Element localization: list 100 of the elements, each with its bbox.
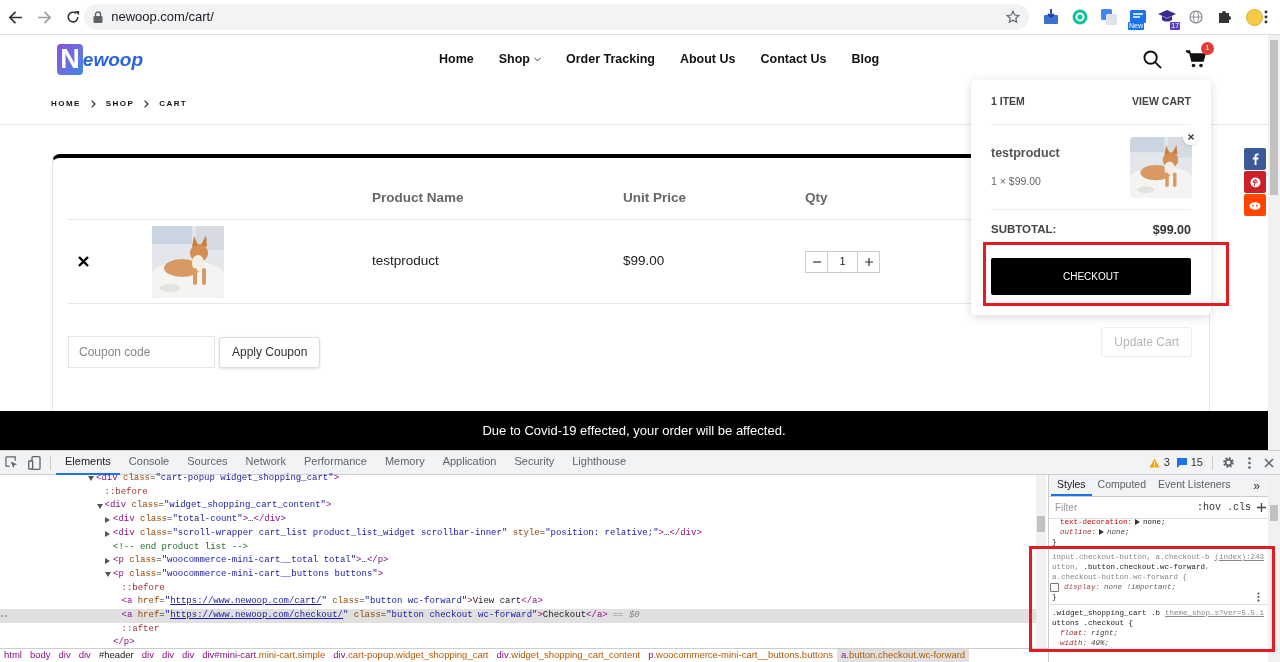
devtools-tab[interactable]: Application — [433, 450, 506, 475]
graduation-cap-icon[interactable] — [1158, 10, 1177, 24]
breadcrumb-item[interactable]: div.widget_shopping_cart_content — [492, 649, 645, 662]
message-icon[interactable] — [1176, 457, 1187, 468]
checkout-button[interactable]: CHECKOUT — [991, 258, 1191, 295]
nav-link[interactable]: Blog — [851, 50, 880, 70]
code-line[interactable]: ::before — [104, 485, 148, 500]
logo-text[interactable]: ewoop — [82, 50, 143, 70]
remove-icon[interactable] — [78, 256, 89, 267]
breadcrumb-item[interactable]: div.cart-popup.widget_shopping_cart — [329, 649, 493, 662]
expand-triangle-icon[interactable] — [1135, 519, 1140, 525]
breadcrumb-link[interactable]: HOME — [51, 98, 81, 111]
code-line[interactable]: <div class="total-count">…</div> — [113, 513, 286, 527]
styles-tab[interactable]: Computed — [1091, 475, 1153, 496]
settings-icon[interactable] — [1222, 456, 1235, 469]
breadcrumb-item[interactable]: div#mini-cart.mini-cart.simple — [198, 649, 330, 662]
code-line[interactable]: ::before — [121, 581, 165, 596]
item-name[interactable]: testproduct — [991, 144, 1060, 163]
scrollbar-thumb[interactable] — [1037, 516, 1045, 532]
styles-tab[interactable]: Event Listeners — [1152, 475, 1237, 496]
code-line[interactable]: <p class="woocommerce-mini-cart__total total">…</p> — [113, 554, 389, 568]
cart-icon[interactable] — [1186, 49, 1206, 68]
download-icon[interactable] — [1043, 9, 1060, 25]
lock-icon — [93, 11, 104, 23]
nav-link[interactable]: Shop — [498, 50, 541, 70]
more-icon[interactable] — [1257, 592, 1260, 602]
code-line[interactable]: <div class="widget_shopping_cart_content"> — [104, 499, 332, 513]
scrollbar-thumb[interactable] — [1270, 505, 1278, 521]
collapsed-triangle-icon[interactable] — [105, 557, 110, 564]
breadcrumb-item[interactable]: p.woocommerce-mini-cart__buttons.buttons — [644, 649, 837, 662]
code-line[interactable]: <!-- end product list --> — [113, 540, 249, 555]
menu-icon[interactable] — [1264, 10, 1268, 24]
styles-tab[interactable]: Styles — [1051, 475, 1092, 496]
class-toggle[interactable]: .cls — [1227, 500, 1251, 515]
collapsed-triangle-icon[interactable] — [105, 530, 110, 537]
increase-button[interactable] — [857, 250, 880, 273]
nav-link[interactable]: Contact Us — [760, 50, 827, 70]
expanded-triangle-icon[interactable] — [96, 503, 103, 509]
logo-mark[interactable]: N — [57, 44, 83, 76]
share-button[interactable] — [1244, 148, 1266, 170]
warning-count[interactable]: 3 — [1163, 454, 1170, 471]
scrollbar[interactable] — [1036, 475, 1046, 648]
breadcrumb-item[interactable]: div — [178, 649, 199, 662]
view-cart-link[interactable]: VIEW CART — [1132, 94, 1191, 110]
hover-state-toggle[interactable]: :hov — [1196, 500, 1221, 515]
decrease-button[interactable] — [805, 250, 828, 273]
coupon-field[interactable]: Coupon code — [68, 336, 215, 368]
expanded-triangle-icon[interactable] — [105, 572, 111, 578]
globe-icon[interactable] — [1189, 10, 1204, 24]
code-line[interactable]: ::after — [121, 622, 160, 637]
selected-row-highlight[interactable]: <a href="https://www.newoop.com/checkout/" class="button checkout wc-forward">Checkout</a> == $0 — [0, 608, 1036, 623]
nav-link[interactable]: Order Tracking — [566, 50, 655, 70]
product-name[interactable]: testproduct — [372, 251, 623, 272]
breadcrumb-item[interactable]: div — [157, 649, 179, 662]
code-line[interactable]: <div class="cart-popup widget_shopping_cart"> — [96, 472, 340, 486]
code-line[interactable]: <div class="scroll-wrapper cart_list product_list_widget scrollbar-inner" style="position: relative;">…</div> — [113, 526, 702, 541]
breadcrumb-item[interactable]: a.button.checkout.wc-forward — [837, 649, 970, 662]
more-tabs-button[interactable]: » — [1253, 476, 1260, 495]
search-icon[interactable] — [1143, 50, 1162, 70]
checkbox[interactable] — [1050, 582, 1059, 592]
code-line[interactable]: <a href="https://www.newoop.com/checkout/" class="button checkout wc-forward">Checkout</a> — [121, 608, 608, 623]
remove-item-button[interactable] — [1183, 129, 1198, 145]
code-line[interactable]: <a href="https://www.newoop.com/cart/" class="button wc-forward">View cart</a> — [121, 595, 543, 609]
scrollbar[interactable] — [1268, 35, 1280, 450]
subtotal-label: SUBTOTAL: — [991, 222, 1057, 238]
address-field[interactable]: newoop.com/cart/ — [84, 4, 1030, 30]
devtools-tab[interactable]: Security — [505, 450, 564, 475]
nav-link[interactable]: Home — [439, 50, 474, 70]
devtools-tab[interactable]: Memory — [375, 450, 434, 475]
inspect-icon[interactable] — [5, 456, 18, 469]
breadcrumb-link[interactable]: CART — [159, 98, 188, 111]
breadcrumb-item[interactable]: html — [0, 649, 26, 662]
message-count[interactable]: 15 — [1190, 454, 1203, 471]
puzzle-icon[interactable] — [1218, 10, 1233, 24]
breadcrumb-item[interactable]: div — [54, 649, 75, 662]
code-line[interactable]: </p> — [113, 636, 135, 648]
plus-icon[interactable] — [1257, 503, 1266, 512]
close-icon[interactable] — [1264, 457, 1274, 468]
code-line[interactable]: <p class="woocommerce-mini-cart__buttons buttons"> — [113, 567, 384, 582]
share-button[interactable] — [1244, 171, 1266, 193]
collapsed-triangle-icon[interactable] — [105, 516, 110, 523]
devtools-tab[interactable]: Lighthouse — [563, 450, 636, 475]
breadcrumb-item[interactable]: #header — [94, 649, 138, 662]
reload-icon[interactable] — [66, 10, 80, 24]
breadcrumb-item[interactable]: div — [137, 649, 158, 662]
forward-icon[interactable] — [37, 9, 52, 25]
apply-coupon-button[interactable]: Apply Coupon — [219, 336, 321, 368]
translate-icon[interactable] — [1101, 9, 1118, 25]
star-icon[interactable] — [1006, 10, 1021, 24]
expand-triangle-icon[interactable] — [1099, 529, 1104, 535]
more-icon[interactable] — [1248, 456, 1251, 469]
scrollbar-thumb[interactable] — [1270, 40, 1278, 195]
share-button[interactable] — [1244, 194, 1266, 216]
nav-link[interactable]: About Us — [679, 50, 736, 70]
breadcrumb-item[interactable]: body — [25, 649, 55, 662]
breadcrumb-link[interactable]: SHOP — [105, 98, 135, 111]
expanded-triangle-icon[interactable] — [88, 476, 94, 482]
breadcrumb-item[interactable]: div — [74, 649, 95, 662]
back-icon[interactable] — [8, 9, 23, 25]
device-toggle-icon[interactable] — [28, 455, 41, 470]
